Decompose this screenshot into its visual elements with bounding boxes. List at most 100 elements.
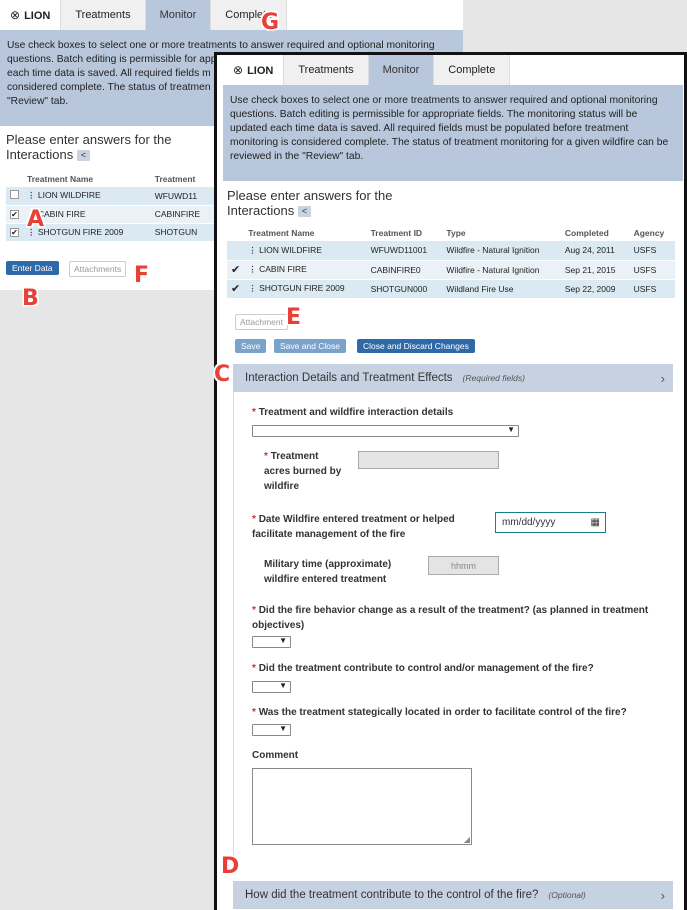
- behavior-change-label: * Did the fire behavior change as a resu…: [252, 605, 649, 631]
- tab-bar: ⊗ LION Treatments Monitor Complete: [0, 0, 463, 30]
- acres-burned-label: * Treatment acres burned by wildfire: [264, 451, 342, 492]
- table-row[interactable]: ✔ ⋮ CABIN FIRE CABINFIRE0 Wildfire - Nat…: [227, 260, 675, 280]
- tab-treatments[interactable]: Treatments: [284, 55, 369, 85]
- save-button[interactable]: Save: [235, 339, 267, 353]
- section-note: (Required fields): [462, 373, 525, 383]
- treatment-id: WFUWD11001: [366, 241, 443, 261]
- interaction-details-select[interactable]: ▼: [252, 425, 519, 437]
- prompt-line: Interactions: [227, 203, 295, 218]
- agency: USFS: [629, 279, 675, 299]
- comment-label: Comment: [252, 750, 299, 761]
- treatment-name: LION WILDFIRE: [37, 190, 101, 201]
- agency: USFS: [629, 260, 675, 280]
- treatment-id: SHOTGUN000: [366, 279, 443, 299]
- behavior-change-select[interactable]: ▼: [252, 636, 291, 648]
- marker-d: D: [221, 854, 240, 879]
- tab-treatments[interactable]: Treatments: [61, 0, 146, 30]
- monitor-form-screen: ⊗ LION Treatments Monitor Complete Use ch…: [214, 52, 687, 910]
- page-prompt: Please enter answers for the Interaction…: [6, 132, 171, 162]
- treatment-name: SHOTGUN FIRE 2009: [259, 283, 345, 293]
- drag-handle-icon[interactable]: ⋮: [27, 190, 36, 200]
- dropdown-arrow-icon: ▼: [279, 681, 287, 690]
- marker-b: B: [22, 286, 39, 311]
- treatment-id: CABINFIRE: [150, 205, 216, 224]
- select-column-header: [6, 170, 23, 187]
- section-title: How did the treatment contribute to the …: [245, 889, 539, 901]
- marker-g: G: [261, 10, 280, 35]
- row-checkbox[interactable]: [10, 190, 19, 200]
- calendar-icon[interactable]: ▦: [591, 513, 600, 532]
- date-placeholder: mm/dd/yyyy: [502, 517, 556, 528]
- drag-handle-icon[interactable]: ⋮: [248, 245, 257, 255]
- column-header: Treatment ID: [370, 227, 423, 238]
- treatment-id: CABINFIRE0: [366, 260, 443, 280]
- collapse-button[interactable]: <: [76, 150, 91, 162]
- marker-c: C: [214, 362, 231, 387]
- treatment-type: Wildfire - Natural Ignition: [442, 260, 561, 280]
- resize-handle-icon[interactable]: ◢: [464, 835, 470, 844]
- table-row[interactable]: ⋮ LION WILDFIRE WFUWD11001 Wildfire - Na…: [227, 241, 675, 261]
- instructions-line: Use check boxes to select one or more tr…: [7, 40, 435, 51]
- tab-home[interactable]: ⊗ LION: [223, 55, 285, 85]
- dropdown-arrow-icon: ▼: [507, 425, 515, 434]
- close-discard-button[interactable]: Close and Discard Changes: [357, 339, 475, 353]
- marker-f: F: [134, 263, 150, 288]
- treatment-id: SHOTGUN: [150, 223, 216, 242]
- row-check-icon: ✔: [227, 279, 245, 299]
- column-header: Treatment Name: [27, 173, 94, 184]
- tab-complete[interactable]: Complete: [434, 55, 511, 85]
- drag-handle-icon[interactable]: ⋮: [248, 283, 257, 293]
- contribute-control-label: * Did the treatment contribute to contro…: [252, 663, 594, 674]
- section-contribution[interactable]: How did the treatment contribute to the …: [233, 881, 673, 909]
- acres-burned-input[interactable]: [358, 451, 499, 469]
- attachments-button[interactable]: Attachment: [235, 314, 288, 330]
- row-check-icon: ✔: [227, 260, 245, 280]
- treatment-name: SHOTGUN FIRE 2009: [37, 226, 124, 237]
- military-time-input[interactable]: hhmm: [428, 556, 499, 575]
- completed-date: Aug 24, 2011: [560, 241, 630, 261]
- treatment-type: Wildfire - Natural Ignition: [442, 241, 561, 261]
- prompt-line: Interactions: [6, 147, 74, 162]
- table-row[interactable]: ⋮ LION WILDFIRE WFUWD11: [6, 187, 216, 206]
- column-header: Type: [446, 227, 466, 238]
- row-checkbox[interactable]: ✔: [10, 210, 19, 219]
- section-interaction-details[interactable]: Interaction Details and Treatment Effect…: [233, 364, 673, 392]
- column-header: Completed: [564, 227, 609, 238]
- prompt-line: Please enter answers for the: [6, 132, 172, 147]
- page-prompt: Please enter answers for the Interaction…: [227, 188, 392, 218]
- column-header: Treatment: [154, 173, 196, 184]
- completed-date: Sep 22, 2009: [560, 279, 630, 299]
- column-header: Agency: [633, 227, 665, 238]
- tab-monitor[interactable]: Monitor: [145, 0, 212, 30]
- column-header: Treatment Name: [248, 227, 315, 238]
- tab-monitor[interactable]: Monitor: [368, 55, 435, 85]
- instructions-text: Use check boxes to select one or more tr…: [223, 85, 683, 181]
- marker-e: E: [286, 305, 302, 330]
- chevron-right-icon: ›: [660, 887, 665, 903]
- treatment-name: CABIN FIRE: [259, 264, 307, 274]
- comment-textarea[interactable]: ◢: [252, 768, 472, 845]
- marker-a: A: [27, 207, 45, 232]
- enter-data-button[interactable]: Enter Data: [6, 261, 59, 275]
- table-row[interactable]: ✔ ⋮ SHOTGUN FIRE 2009 SHOTGUN000 Wildlan…: [227, 279, 675, 299]
- strategic-location-label: * Was the treatment stategically located…: [252, 707, 627, 718]
- interaction-form: * Treatment and wildfire interaction det…: [233, 392, 673, 865]
- contribute-control-select[interactable]: ▼: [252, 681, 291, 693]
- selected-treatments-table: Treatment Name Treatment ID Type Complet…: [227, 224, 675, 299]
- tab-home[interactable]: ⊗ LION: [0, 0, 62, 30]
- section-title: Interaction Details and Treatment Effect…: [245, 372, 453, 384]
- completed-date: Sep 21, 2015: [560, 260, 630, 280]
- attachments-button[interactable]: Attachments: [69, 261, 127, 277]
- drag-handle-icon[interactable]: ⋮: [248, 264, 257, 274]
- collapse-button[interactable]: <: [297, 206, 312, 218]
- date-entered-input[interactable]: mm/dd/yyyy ▦: [495, 512, 606, 533]
- close-circle-icon: ⊗: [10, 8, 21, 22]
- treatment-id: WFUWD11: [150, 187, 216, 206]
- close-circle-icon: ⊗: [233, 63, 244, 77]
- row-checkbox[interactable]: ✔: [10, 228, 19, 237]
- save-and-close-button[interactable]: Save and Close: [274, 339, 347, 353]
- row-check-icon: [227, 241, 245, 261]
- dropdown-arrow-icon: ▼: [279, 636, 287, 645]
- dropdown-arrow-icon: ▼: [279, 724, 287, 733]
- strategic-location-select[interactable]: ▼: [252, 724, 291, 736]
